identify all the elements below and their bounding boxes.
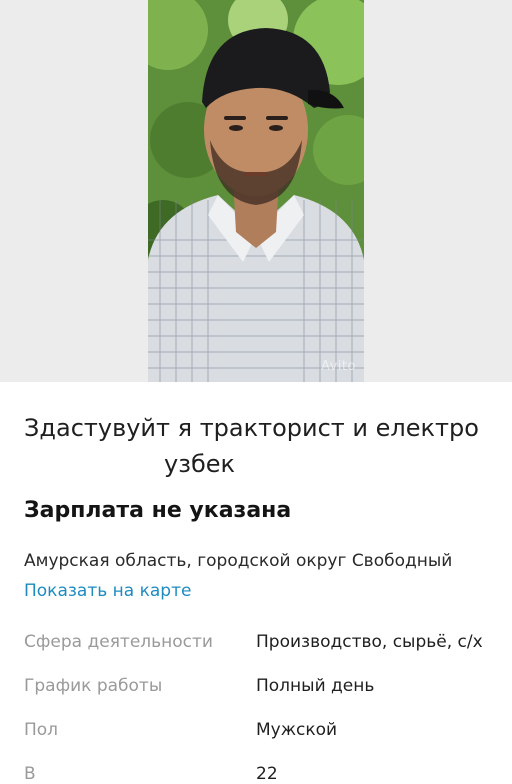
param-value: Полный день: [256, 676, 375, 696]
param-row-sphere: Сфера деятельности Производство, сырьё, …: [24, 629, 488, 655]
param-value: Мужской: [256, 720, 338, 740]
location-address: Амурская область, городской округ Свобод…: [24, 551, 453, 571]
show-on-map-link[interactable]: Показать на карте: [24, 581, 191, 601]
job-parameters: Сфера деятельности Производство, сырьё, …: [24, 629, 488, 784]
param-label: В: [24, 764, 36, 784]
listing-photo[interactable]: Avito: [148, 0, 364, 382]
param-label: Пол: [24, 720, 59, 740]
param-row-schedule: График работы Полный день: [24, 673, 488, 699]
param-value: 22: [256, 764, 278, 784]
listing-title: Здастувуйт я тракторист и електро узбек: [24, 382, 488, 482]
param-label: График работы: [24, 676, 163, 696]
listing-title-line-2: узбек: [164, 450, 236, 478]
listing-photo-area[interactable]: Avito: [0, 0, 512, 382]
param-row-age: В 22: [24, 761, 488, 784]
person-photo-illustration: [148, 0, 364, 382]
listing-title-line-1: Здастувуйт я тракторист и електро: [24, 414, 479, 442]
listing-details: Здастувуйт я тракторист и електро узбек …: [0, 382, 512, 784]
photo-watermark: Avito: [321, 359, 356, 374]
param-value: Производство, сырьё, с/х: [256, 632, 483, 652]
salary-text: Зарплата не указана: [24, 498, 292, 523]
param-label: Сфера деятельности: [24, 632, 213, 652]
param-row-gender: Пол Мужской: [24, 717, 488, 743]
